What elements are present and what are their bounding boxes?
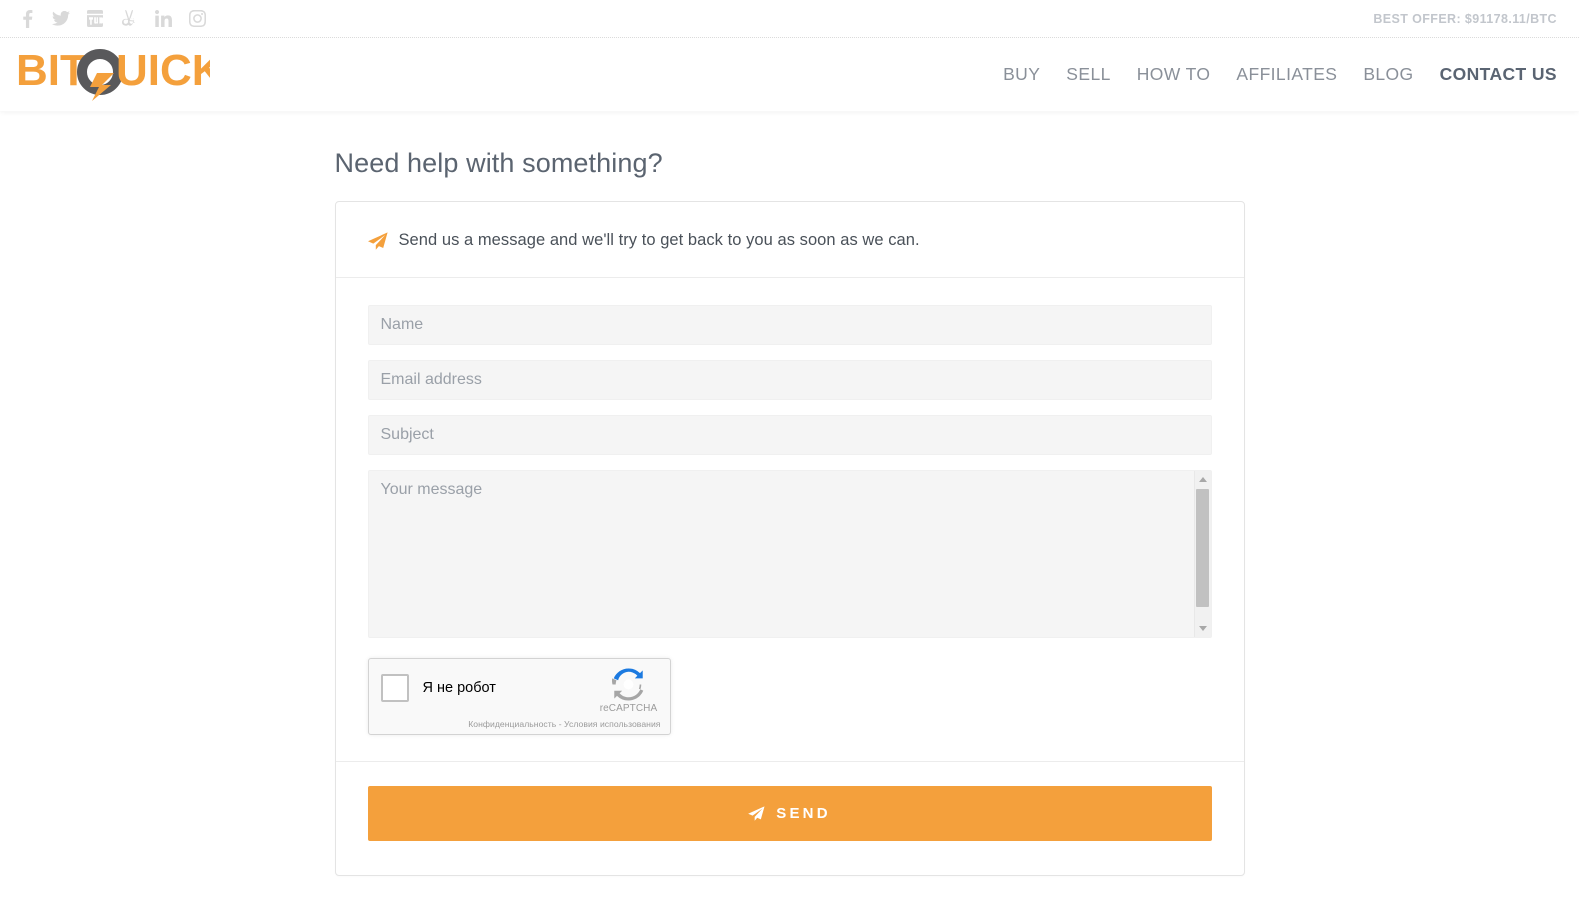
- send-button[interactable]: SEND: [367, 786, 1212, 841]
- contact-form-body: Я не робот reCAPTCHA Конфиденциальность …: [336, 278, 1244, 761]
- send-paper-plane-icon: [748, 806, 765, 821]
- contact-form-header: Send us a message and we'll try to get b…: [335, 202, 1244, 278]
- send-button-label: SEND: [776, 805, 831, 822]
- main-navigation: BUY SELL HOW TO AFFILIATES BLOG CONTACT …: [990, 65, 1557, 84]
- site-header: BIT UICK BUY SELL HOW TO AFFILIATES BLOG…: [0, 38, 1579, 111]
- subject-input[interactable]: [367, 415, 1212, 455]
- message-scrollbar[interactable]: [1193, 471, 1211, 637]
- instagram-icon[interactable]: [188, 10, 206, 28]
- message-textarea[interactable]: [367, 470, 1212, 638]
- best-offer-ticker: BEST OFFER: $91178.11/BTC: [1373, 11, 1557, 26]
- nav-item-buy[interactable]: BUY: [990, 65, 1053, 84]
- paper-plane-icon: [367, 231, 388, 250]
- top-utility-bar: BEST OFFER: $91178.11/BTC: [0, 0, 1579, 38]
- svg-text:UICK: UICK: [116, 49, 210, 95]
- recaptcha-checkbox[interactable]: [380, 674, 409, 702]
- nav-item-affiliates[interactable]: AFFILIATES: [1223, 65, 1350, 84]
- social-links: [18, 9, 206, 28]
- youtube-icon[interactable]: [86, 10, 104, 28]
- nav-item-sell[interactable]: SELL: [1053, 65, 1123, 84]
- nav-item-blog[interactable]: BLOG: [1350, 65, 1426, 84]
- contact-form-card: Send us a message and we'll try to get b…: [334, 201, 1245, 876]
- email-input[interactable]: [367, 360, 1212, 400]
- contact-form-intro-text: Send us a message and we'll try to get b…: [398, 231, 920, 249]
- nav-item-how-to[interactable]: HOW TO: [1124, 65, 1224, 84]
- content-wrapper: Need help with something? Send us a mess…: [334, 148, 1245, 876]
- recaptcha-logo-icon: [612, 668, 644, 701]
- facebook-icon[interactable]: [18, 9, 36, 28]
- scroll-up-arrow-icon[interactable]: [1194, 471, 1211, 488]
- bitquick-logo-icon: BIT UICK: [16, 48, 210, 101]
- recaptcha-checkbox-area[interactable]: Я не робот: [369, 659, 588, 702]
- scrollbar-thumb[interactable]: [1196, 489, 1209, 607]
- page-title: Need help with something?: [334, 148, 663, 178]
- linkedin-icon[interactable]: [154, 10, 172, 28]
- contact-form-footer: SEND: [335, 761, 1244, 875]
- main-content: Need help with something? Send us a mess…: [0, 148, 1579, 876]
- name-input[interactable]: [367, 305, 1212, 345]
- message-field-wrapper: [367, 470, 1212, 638]
- recaptcha-label: Я не робот: [422, 680, 496, 696]
- site-logo[interactable]: BIT UICK: [16, 48, 210, 101]
- svg-text:BIT: BIT: [16, 49, 87, 95]
- recaptcha-legal-text[interactable]: Конфиденциальность - Условия использован…: [468, 719, 660, 729]
- nav-item-contact-us[interactable]: CONTACT US: [1427, 65, 1557, 84]
- recaptcha-widget[interactable]: Я не робот reCAPTCHA Конфиденциальность …: [367, 658, 671, 735]
- recaptcha-brand-text: reCAPTCHA: [599, 703, 658, 714]
- scroll-down-arrow-icon[interactable]: [1194, 620, 1211, 637]
- twitter-icon[interactable]: [52, 10, 70, 28]
- angellist-icon[interactable]: [120, 9, 138, 28]
- recaptcha-branding: reCAPTCHA: [588, 659, 670, 714]
